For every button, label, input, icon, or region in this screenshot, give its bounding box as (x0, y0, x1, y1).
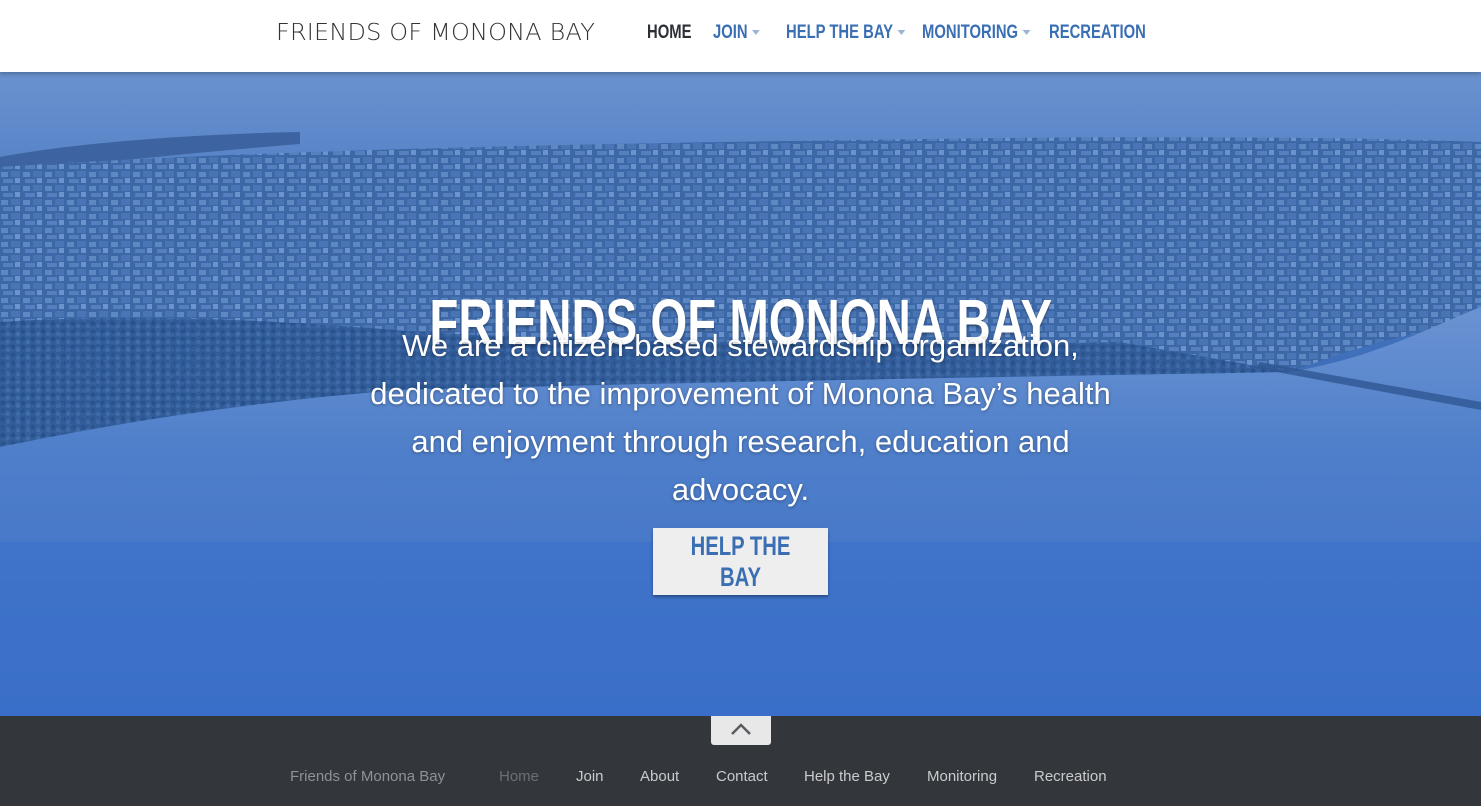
site-footer: Friends of Monona Bay Home Join About Co… (0, 716, 1481, 806)
nav-monitoring-label: MONITORING (922, 22, 1019, 43)
hero-description: We are a citizen-based stewardship organ… (370, 328, 1111, 507)
footer-link-join[interactable]: Join (576, 768, 604, 785)
footer-link-about[interactable]: About (640, 768, 679, 785)
help-the-bay-button-label: HELP THE BAY (690, 530, 791, 592)
footer-link-help-the-bay[interactable]: Help the Bay (804, 768, 890, 785)
nav-recreation[interactable]: RECREATION (1049, 22, 1146, 44)
nav-join[interactable]: JOIN (713, 22, 761, 44)
footer-link-contact[interactable]: Contact (716, 768, 768, 785)
hero-section: FRIENDS OF MONONA BAY We are a citizen-b… (0, 72, 1481, 716)
nav-home[interactable]: HOME (647, 22, 691, 44)
nav-home-label: HOME (647, 22, 692, 43)
caret-down-icon (752, 30, 761, 36)
footer-link-recreation[interactable]: Recreation (1034, 768, 1107, 785)
nav-help-the-bay-label: HELP THE BAY (786, 22, 894, 43)
footer-brand: Friends of Monona Bay (290, 768, 446, 785)
nav-join-label: JOIN (713, 22, 748, 43)
scroll-to-top-button[interactable] (711, 716, 771, 745)
caret-down-icon (897, 30, 906, 36)
nav-monitoring[interactable]: MONITORING (922, 22, 1031, 44)
help-the-bay-button[interactable]: HELP THE BAY (653, 528, 828, 595)
chevron-up-icon (731, 723, 751, 735)
footer-link-monitoring[interactable]: Monitoring (927, 768, 997, 785)
caret-down-icon (1022, 30, 1031, 36)
nav-recreation-label: RECREATION (1049, 22, 1146, 43)
footer-link-home[interactable]: Home (499, 768, 539, 785)
nav-help-the-bay[interactable]: HELP THE BAY (786, 22, 906, 44)
top-navbar: FRIENDS OF MONONA BAY HOME JOIN HELP THE… (0, 0, 1481, 72)
site-logo-link[interactable]: FRIENDS OF MONONA BAY (276, 20, 595, 46)
